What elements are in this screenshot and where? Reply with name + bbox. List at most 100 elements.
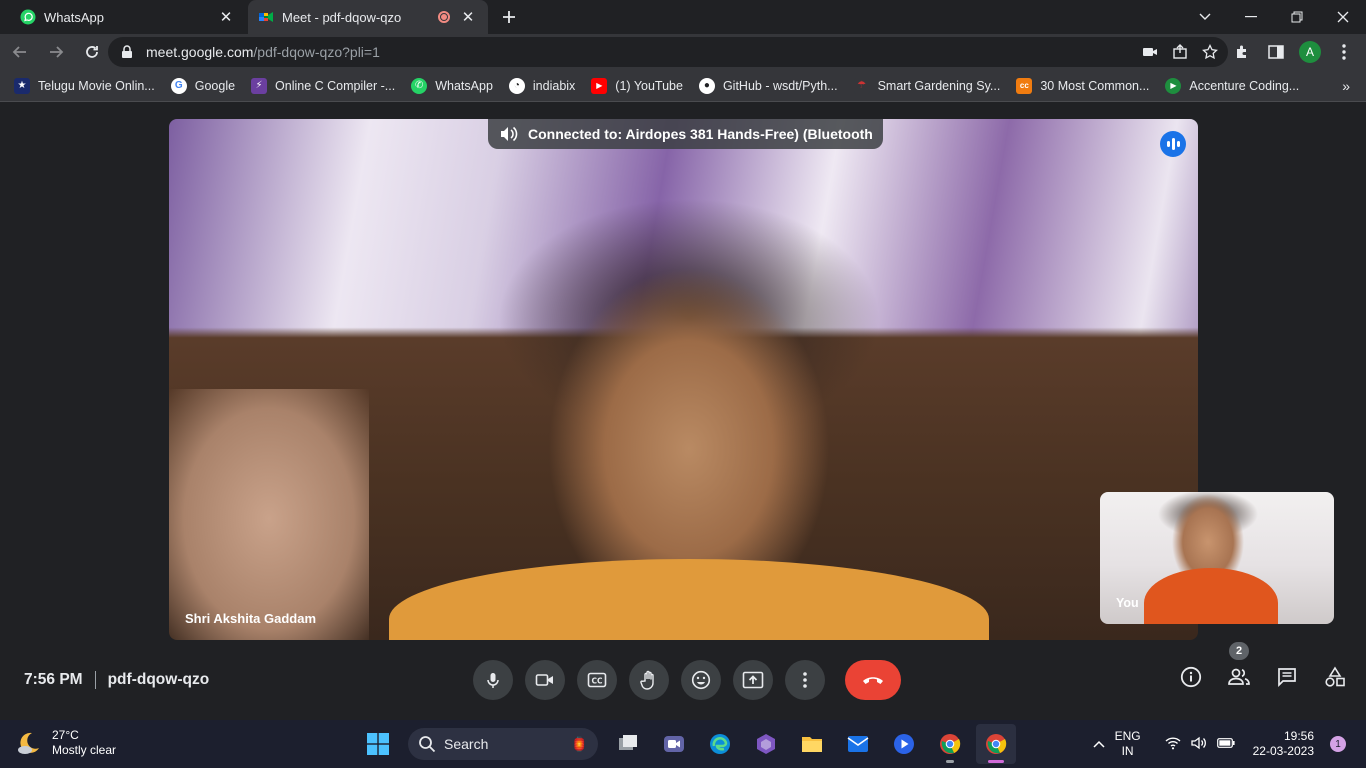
- search-label: Search: [444, 736, 489, 752]
- bookmark-github[interactable]: ● GitHub - wsdt/Pyth...: [698, 77, 838, 94]
- chrome-icon: [940, 734, 961, 754]
- close-window-icon[interactable]: [1320, 0, 1366, 34]
- active-indicator: [988, 760, 1004, 763]
- folder-icon: [802, 737, 822, 752]
- raise-hand-button[interactable]: [629, 660, 669, 700]
- present-screen-button[interactable]: [733, 660, 773, 700]
- people-button[interactable]: 2: [1226, 642, 1252, 690]
- bookmark-30-most-common[interactable]: cc 30 Most Common...: [1016, 77, 1149, 94]
- taskbar-copilot[interactable]: [746, 724, 786, 764]
- connection-text: Connected to: Airdopes 381 Hands-Free) (…: [528, 126, 873, 142]
- bookmark-youtube[interactable]: ▶ (1) YouTube: [591, 77, 683, 94]
- weather-widget[interactable]: 27°C Mostly clear: [16, 728, 116, 758]
- garden-icon: ☂: [853, 77, 870, 94]
- notification-badge[interactable]: 1: [1330, 736, 1346, 752]
- windows-taskbar: 27°C Mostly clear Search 🏮 ENG IN 19:56 …: [0, 720, 1366, 768]
- bookmark-star-icon[interactable]: [1202, 44, 1218, 60]
- profile-avatar[interactable]: A: [1296, 38, 1324, 66]
- self-view-tile[interactable]: You: [1100, 492, 1334, 624]
- taskbar-clock[interactable]: 19:56 22-03-2023: [1253, 729, 1314, 759]
- tab-search-icon[interactable]: [1182, 0, 1228, 34]
- divider: [94, 671, 96, 689]
- address-bar[interactable]: meet.google.com/pdf-dqow-qzo?pli=1: [108, 37, 1228, 67]
- taskbar-media-player[interactable]: [884, 724, 924, 764]
- bookmark-whatsapp[interactable]: ✆ WhatsApp: [411, 77, 493, 94]
- volume-icon[interactable]: [1190, 736, 1207, 753]
- arrow-left-icon: [12, 46, 26, 58]
- svg-text:CC: CC: [591, 677, 603, 686]
- whatsapp-icon: ✆: [411, 77, 428, 94]
- language-indicator[interactable]: ENG IN: [1115, 729, 1141, 759]
- leave-call-button[interactable]: [845, 660, 901, 700]
- menu-kebab-icon[interactable]: [1330, 38, 1358, 66]
- movie-icon: ★: [14, 77, 30, 94]
- close-tab-icon[interactable]: ✕: [218, 9, 234, 26]
- show-hidden-icons[interactable]: [1093, 737, 1105, 751]
- taskbar-task-view[interactable]: [608, 724, 648, 764]
- weather-condition: Mostly clear: [52, 743, 117, 757]
- taskbar-file-explorer[interactable]: [792, 724, 832, 764]
- url-host: meet.google.com: [146, 44, 254, 60]
- start-button[interactable]: [358, 724, 398, 764]
- bookmark-online-c-compiler[interactable]: ⚡ Online C Compiler -...: [251, 77, 395, 94]
- present-screen-icon: [742, 671, 764, 689]
- camera-button[interactable]: [525, 660, 565, 700]
- wifi-icon[interactable]: [1165, 736, 1181, 753]
- taskbar-chrome-1[interactable]: [930, 724, 970, 764]
- search-icon: [419, 736, 436, 753]
- back-button[interactable]: [4, 36, 36, 68]
- taskbar-search[interactable]: Search 🏮: [408, 728, 598, 760]
- side-panel-icon[interactable]: [1262, 38, 1290, 66]
- more-options-button[interactable]: [785, 660, 825, 700]
- restore-icon[interactable]: [1274, 0, 1320, 34]
- clock-time: 19:56: [1283, 729, 1314, 743]
- taskbar-edge[interactable]: [700, 724, 740, 764]
- captions-button[interactable]: CC: [577, 660, 617, 700]
- bookmark-google[interactable]: G Google: [170, 77, 235, 94]
- tab-title: Meet - pdf-dqow-qzo: [282, 9, 402, 25]
- tab-title: WhatsApp: [44, 9, 104, 25]
- taskbar-mail[interactable]: [838, 724, 878, 764]
- forward-button[interactable]: [40, 36, 72, 68]
- main-participant-video[interactable]: Connected to: Airdopes 381 Hands-Free) (…: [169, 119, 1198, 640]
- windows-logo-icon: [367, 733, 389, 755]
- profile-initial: A: [1299, 41, 1321, 63]
- camera-in-use-icon[interactable]: [1142, 45, 1158, 59]
- bookmark-telugu-movie[interactable]: ★ Telugu Movie Onlin...: [14, 77, 155, 94]
- extensions-icon[interactable]: [1228, 38, 1256, 66]
- running-indicator: [946, 760, 954, 763]
- microphone-button[interactable]: [473, 660, 513, 700]
- battery-icon[interactable]: [1216, 737, 1235, 751]
- speaker-icon: [501, 126, 518, 142]
- mail-icon: [847, 736, 869, 752]
- close-tab-icon[interactable]: ✕: [460, 9, 476, 26]
- meet-control-bar: 7:56 PM pdf-dqow-qzo CC 2: [0, 640, 1366, 720]
- participant-count-badge: 2: [1229, 642, 1249, 660]
- minimize-icon[interactable]: [1228, 0, 1274, 34]
- emoji-icon: [691, 670, 711, 690]
- url-path: /pdf-dqow-qzo?pli=1: [253, 44, 380, 60]
- more-bookmarks-icon[interactable]: »: [1342, 78, 1350, 94]
- new-tab-button[interactable]: [498, 6, 520, 28]
- speaking-indicator-icon: [1160, 131, 1186, 157]
- meeting-details-button[interactable]: [1178, 664, 1204, 690]
- weather-temperature: 27°C: [52, 728, 79, 742]
- share-icon[interactable]: [1172, 44, 1188, 60]
- search-highlight-icon: 🏮: [570, 735, 588, 752]
- tab-meet[interactable]: Meet - pdf-dqow-qzo ✕: [248, 0, 488, 34]
- tab-whatsapp[interactable]: WhatsApp ✕: [0, 0, 246, 34]
- taskbar-chrome-2[interactable]: [976, 724, 1016, 764]
- bookmark-indiabix[interactable]: ◔ indiabix: [508, 77, 575, 94]
- chat-button[interactable]: [1274, 664, 1300, 690]
- google-meet-icon: [258, 9, 274, 25]
- emoji-reaction-button[interactable]: [681, 660, 721, 700]
- microphone-icon: [487, 673, 499, 688]
- activities-button[interactable]: [1322, 664, 1348, 690]
- activities-shapes-icon: [1325, 666, 1345, 687]
- browser-toolbar: meet.google.com/pdf-dqow-qzo?pli=1 A: [0, 34, 1366, 70]
- reload-button[interactable]: [76, 36, 108, 68]
- bookmark-accenture-coding[interactable]: ▶ Accenture Coding...: [1165, 77, 1299, 94]
- task-view-icon: [619, 735, 637, 750]
- taskbar-meet-app[interactable]: [654, 724, 694, 764]
- bookmark-smart-gardening[interactable]: ☂ Smart Gardening Sy...: [853, 77, 1000, 94]
